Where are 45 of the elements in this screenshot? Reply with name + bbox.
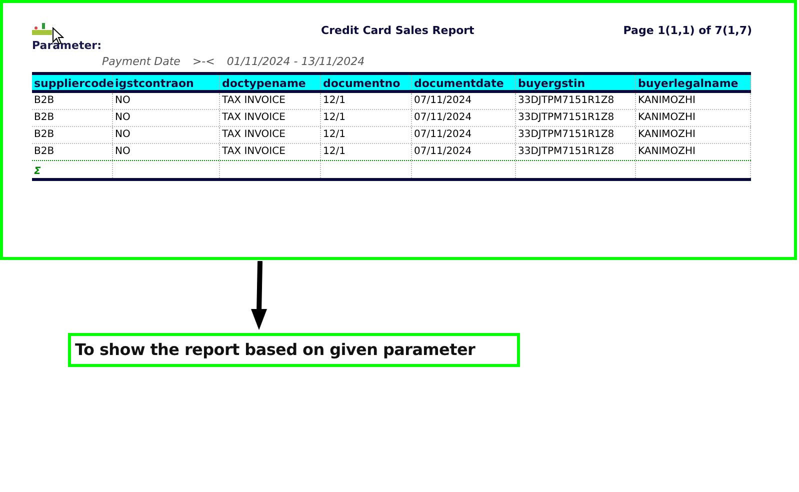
table-cell: TAX INVOICE	[220, 93, 321, 109]
logo-icon	[32, 23, 54, 37]
total-symbol: Σ	[34, 166, 41, 177]
table-cell: NO	[113, 93, 220, 109]
column-header: documentdate	[412, 75, 516, 90]
report-title: Credit Card Sales Report	[321, 23, 474, 39]
table-cell: KANIMOZHI	[636, 127, 751, 143]
table-cell: B2B	[32, 144, 113, 160]
column-header: suppliercode	[32, 75, 113, 90]
table-cell: 07/11/2024	[412, 93, 516, 109]
table-cell: TAX INVOICE	[220, 110, 321, 126]
column-header: buyerlegalname	[636, 75, 751, 90]
caption-text: To show the report based on given parameter	[75, 339, 476, 361]
table-cell: 07/11/2024	[412, 144, 516, 160]
table-cell: 12/1	[321, 127, 412, 143]
table-cell: 12/1	[321, 93, 412, 109]
table-cell: 12/1	[321, 110, 412, 126]
table-cell: 07/11/2024	[412, 110, 516, 126]
table-cell: TAX INVOICE	[220, 127, 321, 143]
table-cell: 33DJTPM7151R1Z8	[516, 144, 636, 160]
filter-operator: >-<	[192, 55, 215, 69]
table-cell: B2B	[32, 127, 113, 143]
table-cell: KANIMOZHI	[636, 110, 751, 126]
table-cell: KANIMOZHI	[636, 144, 751, 160]
page-indicator: Page 1(1,1) of 7(1,7)	[623, 23, 752, 39]
column-header: igstcontraon	[113, 75, 220, 90]
table-cell: 07/11/2024	[412, 127, 516, 143]
table-cell: B2B	[32, 110, 113, 126]
column-header: documentno	[321, 75, 412, 90]
column-header: buyergstin	[516, 75, 636, 90]
table-cell: B2B	[32, 93, 113, 109]
parameter-label: Parameter:	[32, 39, 103, 53]
table-cell: 33DJTPM7151R1Z8	[516, 93, 636, 109]
filter-range: 01/11/2024 - 13/11/2024	[226, 55, 365, 69]
table-cell: 33DJTPM7151R1Z8	[516, 127, 636, 143]
table-cell: KANIMOZHI	[636, 93, 751, 109]
arrow	[249, 261, 269, 332]
table-cell: 12/1	[321, 144, 412, 160]
column-header: doctypename	[220, 75, 321, 90]
table-cell: NO	[113, 110, 220, 126]
table-cell: NO	[113, 127, 220, 143]
table-cell: 33DJTPM7151R1Z8	[516, 110, 636, 126]
filter-field: Payment Date	[102, 55, 180, 69]
table-cell: NO	[113, 144, 220, 160]
table-cell: TAX INVOICE	[220, 144, 321, 160]
